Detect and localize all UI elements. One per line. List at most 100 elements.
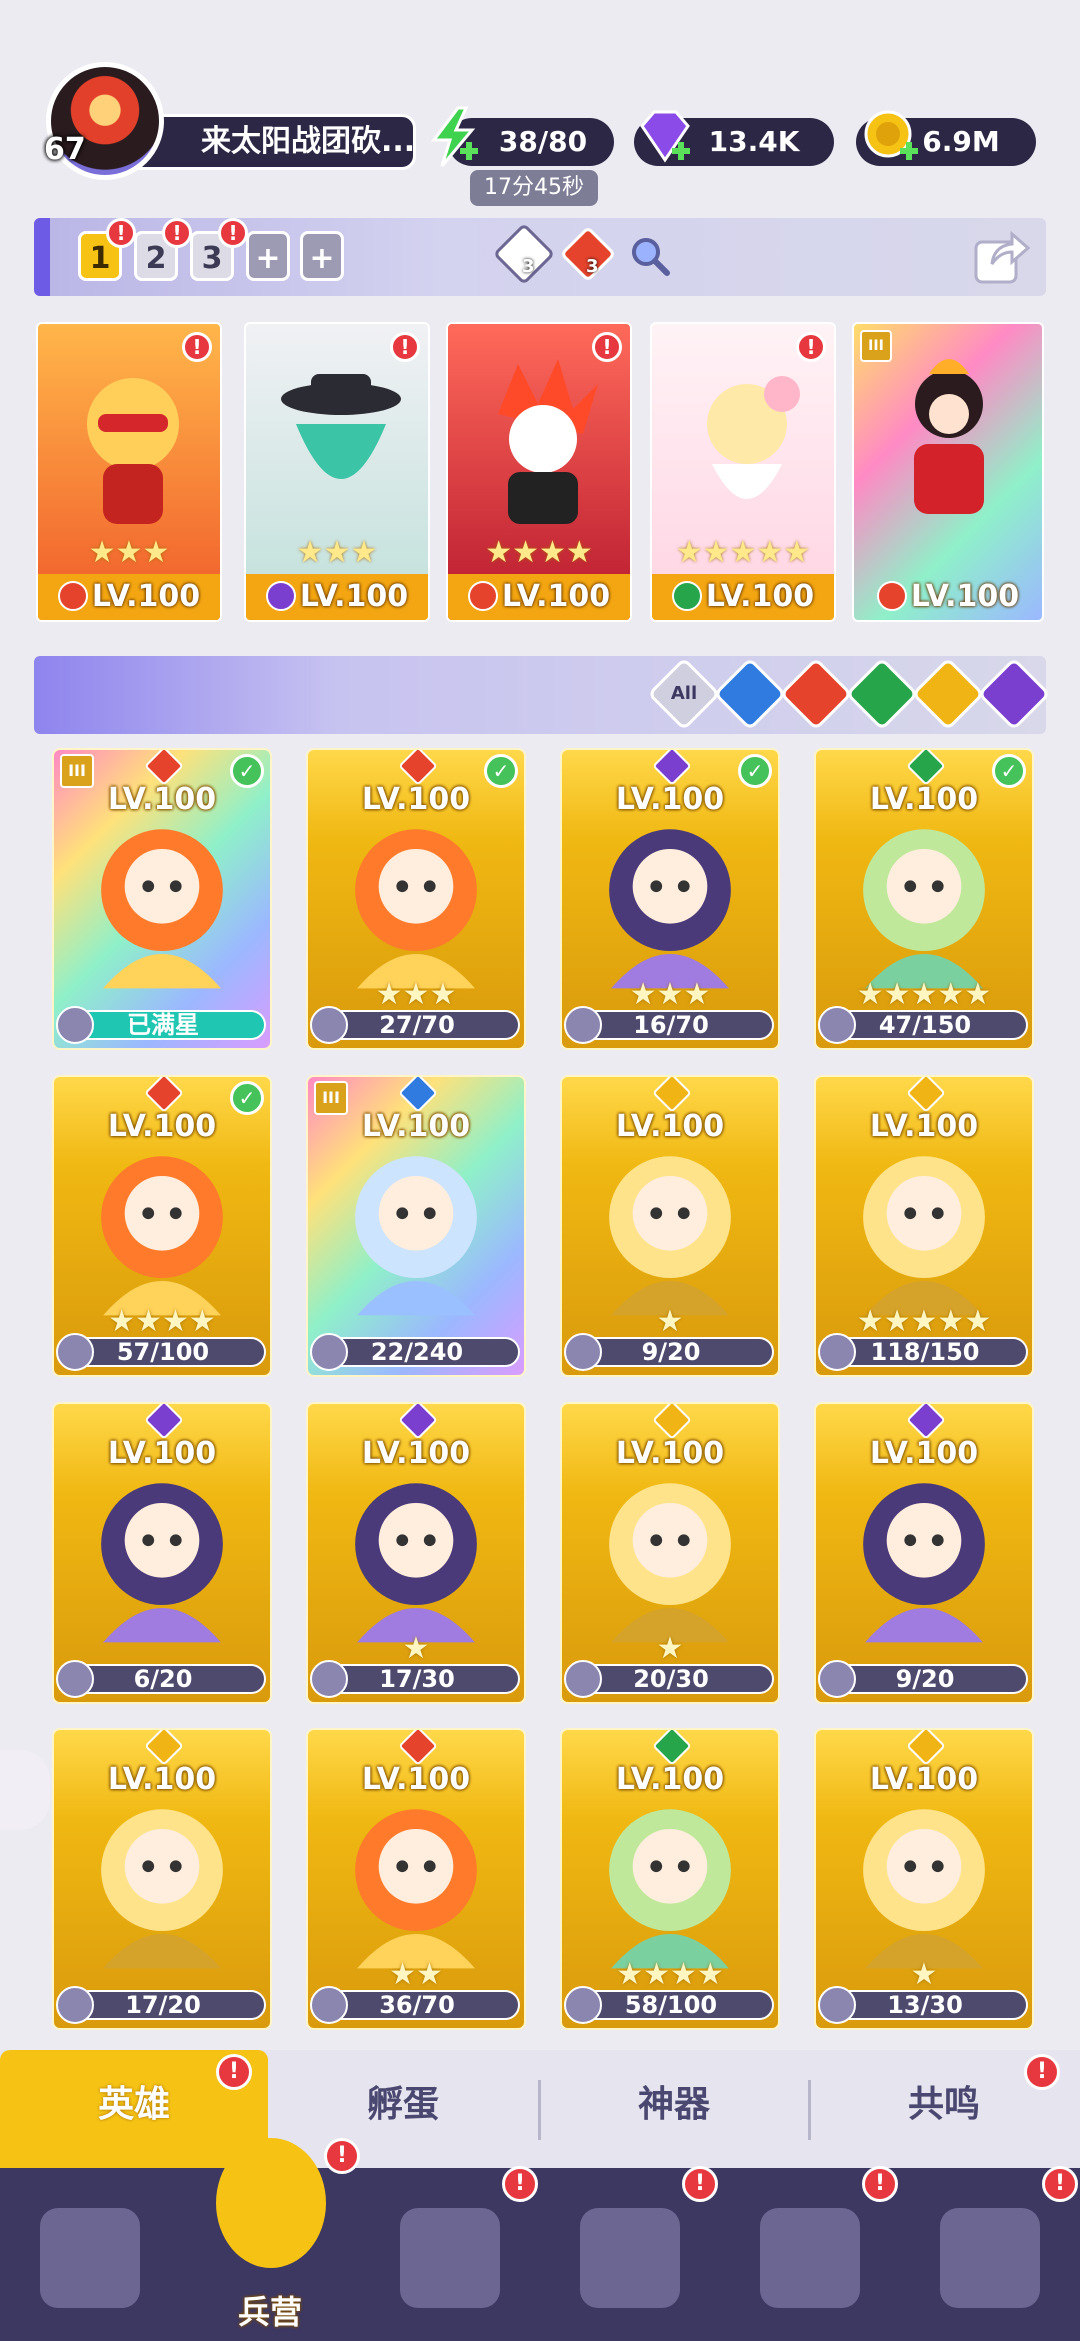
cards-icon xyxy=(40,2208,140,2308)
player-profile[interactable]: 来太阳战团砍... 67 xyxy=(38,62,416,182)
shard-icon xyxy=(310,1660,348,1698)
hero-card[interactable]: LV.100 6/20 xyxy=(52,1402,272,1704)
lineup-slot-3[interactable]: ★★★★ LV.100 ! xyxy=(446,322,632,622)
fire-element-icon xyxy=(57,581,88,611)
filter-all[interactable]: All xyxy=(647,657,721,731)
nav-cards[interactable] xyxy=(0,2168,180,2341)
fire-element-icon xyxy=(144,1077,184,1113)
fire-element-icon xyxy=(467,581,498,611)
hero-card[interactable]: LV.100 ★★★★★ 118/150 xyxy=(814,1075,1034,1377)
shard-progress-text: 22/240 xyxy=(370,1338,464,1366)
hero-card[interactable]: ✓ LV.100 ★★★★★ 47/150 xyxy=(814,748,1034,1050)
shard-progress: 57/100 xyxy=(56,1333,266,1371)
filter-light-icon[interactable] xyxy=(911,657,985,731)
filter-nature-icon[interactable] xyxy=(845,657,919,731)
lineup-slot-1[interactable]: ★★★ LV.100 ! xyxy=(36,322,222,622)
share-icon[interactable] xyxy=(972,228,1032,286)
hero-level: LV.100 xyxy=(361,1109,471,1144)
nav-castle[interactable]: ! xyxy=(540,2166,720,2341)
shard-icon xyxy=(564,1006,602,1044)
shard-icon xyxy=(818,1986,856,2024)
shard-progress-text: 9/20 xyxy=(895,1665,955,1693)
player-level: 67 xyxy=(44,132,86,167)
hero-level: LV.100 xyxy=(869,1762,979,1797)
floating-helper-avatar[interactable] xyxy=(0,1750,50,1830)
tab-hatch[interactable]: 孵蛋 xyxy=(268,2050,538,2170)
shard-progress-text: 58/100 xyxy=(624,1991,718,2019)
star-rating: ★★★★ xyxy=(108,1304,216,1339)
lineup-slot-2[interactable]: ★★★ LV.100 ! xyxy=(244,322,430,622)
lineup-slot-5[interactable]: III LV.100 xyxy=(852,322,1044,622)
shard-progress: 58/100 xyxy=(564,1986,774,2024)
notification-dot: ! xyxy=(1024,2054,1060,2090)
shard-progress-text: 13/30 xyxy=(887,1991,963,2019)
hero-card[interactable]: LV.100 17/20 xyxy=(52,1728,272,2030)
notification-dot: ! xyxy=(182,332,212,362)
shard-progress-text: 27/70 xyxy=(379,1011,455,1039)
level-text: LV.100 xyxy=(299,579,409,614)
search-icon[interactable] xyxy=(628,234,672,278)
nav-barracks[interactable]: ! 兵营 xyxy=(180,2138,360,2341)
hero-card[interactable]: LV.100 ★★ 36/70 xyxy=(306,1728,526,2030)
level-text: LV.100 xyxy=(91,579,201,614)
hero-level: LV.100 xyxy=(107,1109,217,1144)
level-text: LV.100 xyxy=(705,579,815,614)
filter-water-icon[interactable] xyxy=(713,657,787,731)
bottom-nav: ! 兵营 ! ! ! ! xyxy=(0,2138,1080,2341)
energy-icon[interactable] xyxy=(420,104,486,170)
gem-icon[interactable] xyxy=(632,104,698,170)
hero-card[interactable]: LV.100 ★ 17/30 xyxy=(306,1402,526,1704)
coin-icon[interactable] xyxy=(860,104,926,170)
notification-dot: ! xyxy=(106,218,136,248)
hero-level: LV.100 xyxy=(107,1436,217,1471)
shard-icon xyxy=(310,1006,348,1044)
hero-portrait xyxy=(101,1483,223,1643)
shard-progress-text: 6/20 xyxy=(133,1665,193,1693)
lineup-level: LV.100 xyxy=(448,574,630,620)
shard-icon xyxy=(818,1006,856,1044)
shard-icon xyxy=(310,1986,348,2024)
hero-card[interactable]: LV.100 ★ 20/30 xyxy=(560,1402,780,1704)
notification-dot: ! xyxy=(862,2166,898,2202)
banner-icon xyxy=(940,2208,1040,2308)
shard-progress-text: 118/150 xyxy=(870,1338,980,1366)
nav-guild[interactable]: ! xyxy=(720,2166,900,2341)
filter-fire-icon[interactable] xyxy=(779,657,853,731)
star-rating: ★ xyxy=(910,1957,938,1992)
nav-map[interactable]: ! xyxy=(360,2166,540,2341)
team-tab-add-2[interactable]: + xyxy=(300,231,344,281)
fire-element-icon xyxy=(876,581,907,611)
map-icon xyxy=(400,2208,500,2308)
hero-level: LV.100 xyxy=(615,1762,725,1797)
filter-dark-icon[interactable] xyxy=(977,657,1051,731)
nav-banner[interactable]: ! xyxy=(900,2166,1080,2341)
hero-card[interactable]: ✓ LV.100 ★★★ 27/70 xyxy=(306,748,526,1050)
hero-card[interactable]: ✓ LV.100 ★★★★ 57/100 xyxy=(52,1075,272,1377)
star-rating: ★ xyxy=(656,1631,684,1666)
hero-card[interactable]: ✓ III LV.100 已满星 xyxy=(52,748,272,1050)
shard-progress: 27/70 xyxy=(310,1006,520,1044)
fire-element-count: 3 xyxy=(586,256,599,277)
notification-dot: ! xyxy=(390,332,420,362)
notification-dot: ! xyxy=(1042,2166,1078,2202)
team-tab-add-1[interactable]: + xyxy=(246,231,290,281)
shard-progress: 22/240 xyxy=(310,1333,520,1371)
dark-element-icon xyxy=(906,1404,946,1440)
shard-icon xyxy=(818,1660,856,1698)
hero-card[interactable]: LV.100 9/20 xyxy=(814,1402,1034,1704)
notification-dot: ! xyxy=(796,332,826,362)
hero-card[interactable]: LV.100 ★★★★ 58/100 xyxy=(560,1728,780,2030)
lineup-level: LV.100 xyxy=(854,574,1042,620)
tab-artifact[interactable]: 神器 xyxy=(540,2050,808,2170)
hero-card[interactable]: ✓ LV.100 ★★★ 16/70 xyxy=(560,748,780,1050)
hero-card[interactable]: LV.100 ★ 9/20 xyxy=(560,1075,780,1377)
hero-level: LV.100 xyxy=(869,1436,979,1471)
hero-card[interactable]: LV.100 ★ 13/30 xyxy=(814,1728,1034,2030)
shard-icon xyxy=(564,1333,602,1371)
star-rating: ★★★★ xyxy=(616,1957,724,1992)
water-element-icon xyxy=(398,1077,438,1113)
lineup-slot-4[interactable]: ★★★★★ LV.100 ! xyxy=(650,322,836,622)
hero-card[interactable]: III LV.100 22/240 xyxy=(306,1075,526,1377)
sub-tab-bar: 英雄 ! 孵蛋 神器 共鸣 ! xyxy=(0,2050,1080,2170)
nature-element-icon xyxy=(906,750,946,786)
